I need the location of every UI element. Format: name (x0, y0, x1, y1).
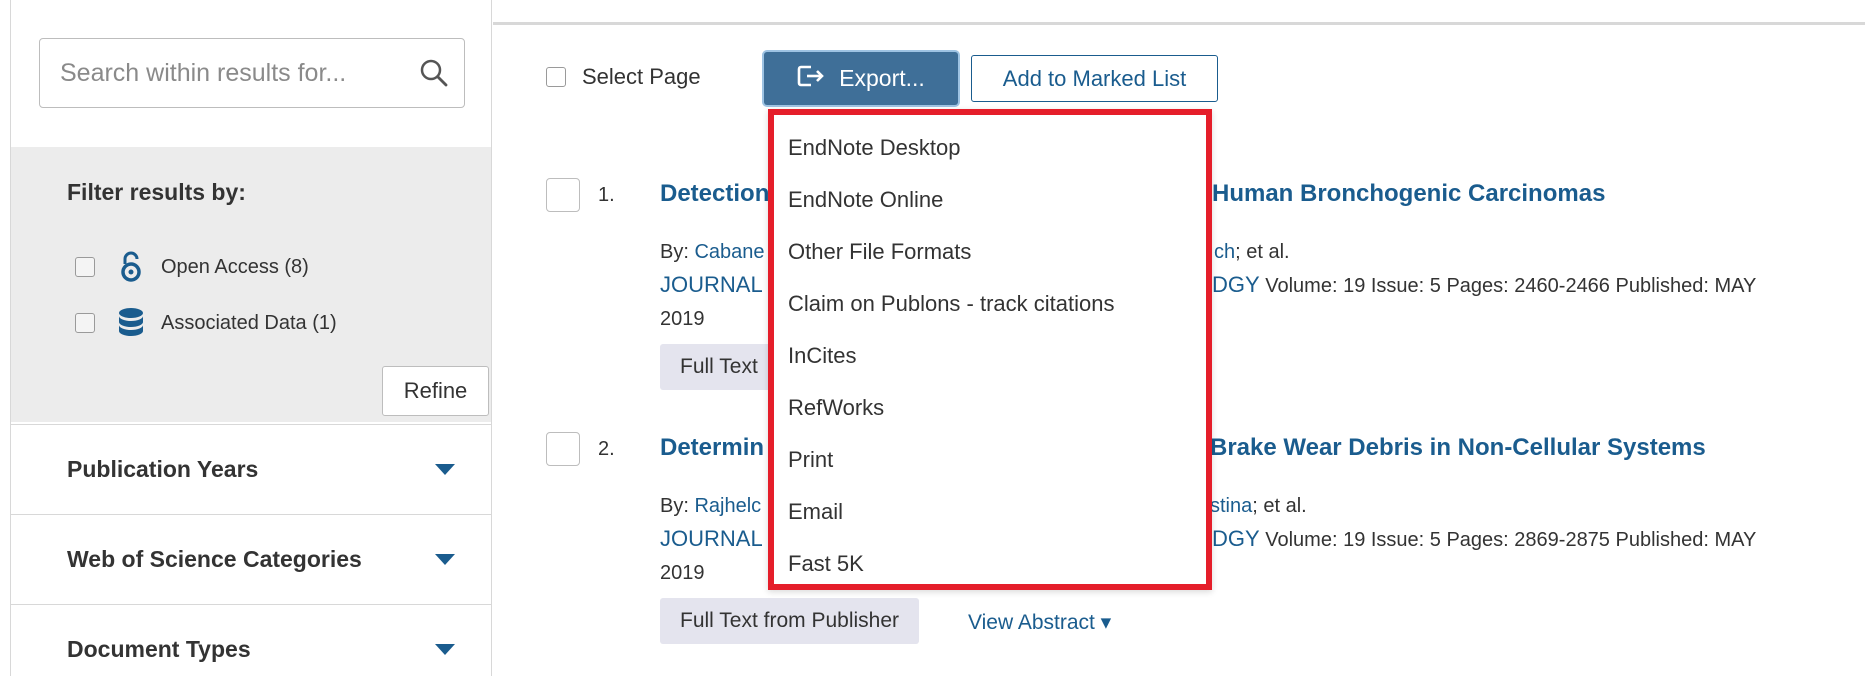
result-checkbox[interactable] (546, 178, 580, 212)
menu-item-email[interactable]: Email (788, 499, 843, 525)
filter-associated-data[interactable]: Associated Data (1) (75, 307, 337, 339)
journal-details: DGY Volume: 19 Issue: 5 Pages: 2460-2466… (1212, 272, 1756, 298)
open-access-label: Open Access (8) (161, 255, 309, 278)
result-title-link-end[interactable]: Human Bronchogenic Carcinomas (1212, 180, 1605, 208)
by-prefix: By: (660, 495, 695, 517)
search-input[interactable] (40, 39, 404, 107)
author-link[interactable]: Cabane (694, 241, 764, 263)
filter-title: Filter results by: (67, 179, 246, 205)
select-page-checkbox[interactable] (546, 67, 566, 87)
publication-year: 2019 (660, 308, 705, 330)
export-button[interactable]: Export... (764, 52, 958, 105)
author-line: By: Cabane (660, 241, 765, 264)
menu-item-incites[interactable]: InCites (788, 343, 856, 369)
sidebar: Filter results by: Open Access (8) Assoc… (10, 0, 492, 676)
chevron-down-icon[interactable] (435, 554, 455, 565)
author-line-end: stina; et al. (1210, 495, 1307, 518)
menu-item-print[interactable]: Print (788, 447, 833, 473)
author-link[interactable]: Rajhelc (694, 495, 761, 517)
menu-item-endnote-online[interactable]: EndNote Online (788, 187, 943, 213)
divider (493, 22, 1865, 25)
open-access-icon (115, 251, 147, 283)
author-link[interactable]: stina (1210, 495, 1252, 517)
refine-button[interactable]: Refine (382, 366, 489, 416)
filter-open-access[interactable]: Open Access (8) (75, 251, 309, 283)
citation-details: Volume: 19 Issue: 5 Pages: 2869-2875 Pub… (1259, 529, 1757, 551)
facet-wos-categories[interactable]: Web of Science Categories (11, 514, 491, 604)
export-icon (797, 64, 825, 94)
citation-details: Volume: 19 Issue: 5 Pages: 2460-2466 Pub… (1259, 275, 1757, 297)
filter-panel: Filter results by: Open Access (8) Assoc… (11, 147, 491, 422)
open-access-checkbox[interactable] (75, 257, 95, 277)
facet-publication-years[interactable]: Publication Years (11, 424, 491, 514)
facet-label: Publication Years (67, 456, 259, 482)
full-text-button[interactable]: Full Text (660, 344, 778, 390)
search-box (39, 38, 465, 108)
et-al: ; et al. (1252, 495, 1307, 517)
associated-data-label: Associated Data (1) (161, 311, 337, 334)
chevron-down-icon[interactable] (435, 644, 455, 655)
menu-item-endnote-desktop[interactable]: EndNote Desktop (788, 135, 960, 161)
result-title-link-end[interactable]: Brake Wear Debris in Non-Cellular System… (1210, 434, 1706, 462)
result-title-link[interactable]: Detection (660, 180, 769, 208)
result-checkbox[interactable] (546, 432, 580, 466)
publication-year: 2019 (660, 562, 705, 584)
menu-item-refworks[interactable]: RefWorks (788, 395, 884, 421)
menu-item-claim-on-publons[interactable]: Claim on Publons - track citations (788, 291, 1114, 317)
export-dropdown-menu: EndNote Desktop EndNote Online Other Fil… (768, 109, 1212, 590)
by-prefix: By: (660, 241, 695, 263)
journal-link[interactable]: JOURNAL (660, 272, 763, 298)
chevron-down-icon[interactable] (435, 464, 455, 475)
menu-item-other-file-formats[interactable]: Other File Formats (788, 239, 971, 265)
journal-details: DGY Volume: 19 Issue: 5 Pages: 2869-2875… (1212, 526, 1756, 552)
journal-link-end[interactable]: DGY (1212, 526, 1260, 551)
export-label: Export... (839, 65, 925, 91)
select-page[interactable]: Select Page (546, 64, 701, 90)
database-icon (115, 307, 147, 339)
facet-label: Web of Science Categories (67, 546, 362, 572)
view-abstract-link[interactable]: View Abstract ▾ (968, 610, 1111, 635)
associated-data-checkbox[interactable] (75, 313, 95, 333)
select-page-label: Select Page (582, 64, 701, 89)
result-number: 2. (598, 438, 615, 460)
full-text-from-publisher-button[interactable]: Full Text from Publisher (660, 598, 920, 644)
author-link[interactable]: ch (1214, 241, 1235, 263)
facet-document-types[interactable]: Document Types (11, 604, 491, 676)
search-icon[interactable] (404, 39, 464, 107)
journal-link-end[interactable]: DGY (1212, 272, 1260, 297)
author-line-end: ch; et al. (1214, 241, 1290, 264)
author-line: By: Rajhelc (660, 495, 761, 518)
result-number: 1. (598, 184, 615, 206)
journal-link[interactable]: JOURNAL (660, 526, 763, 552)
menu-item-fast-5k[interactable]: Fast 5K (788, 551, 864, 577)
add-to-marked-list-button[interactable]: Add to Marked List (971, 55, 1218, 102)
result-title-link[interactable]: Determin (660, 434, 764, 462)
et-al: ; et al. (1235, 241, 1290, 263)
facet-label: Document Types (67, 636, 251, 662)
